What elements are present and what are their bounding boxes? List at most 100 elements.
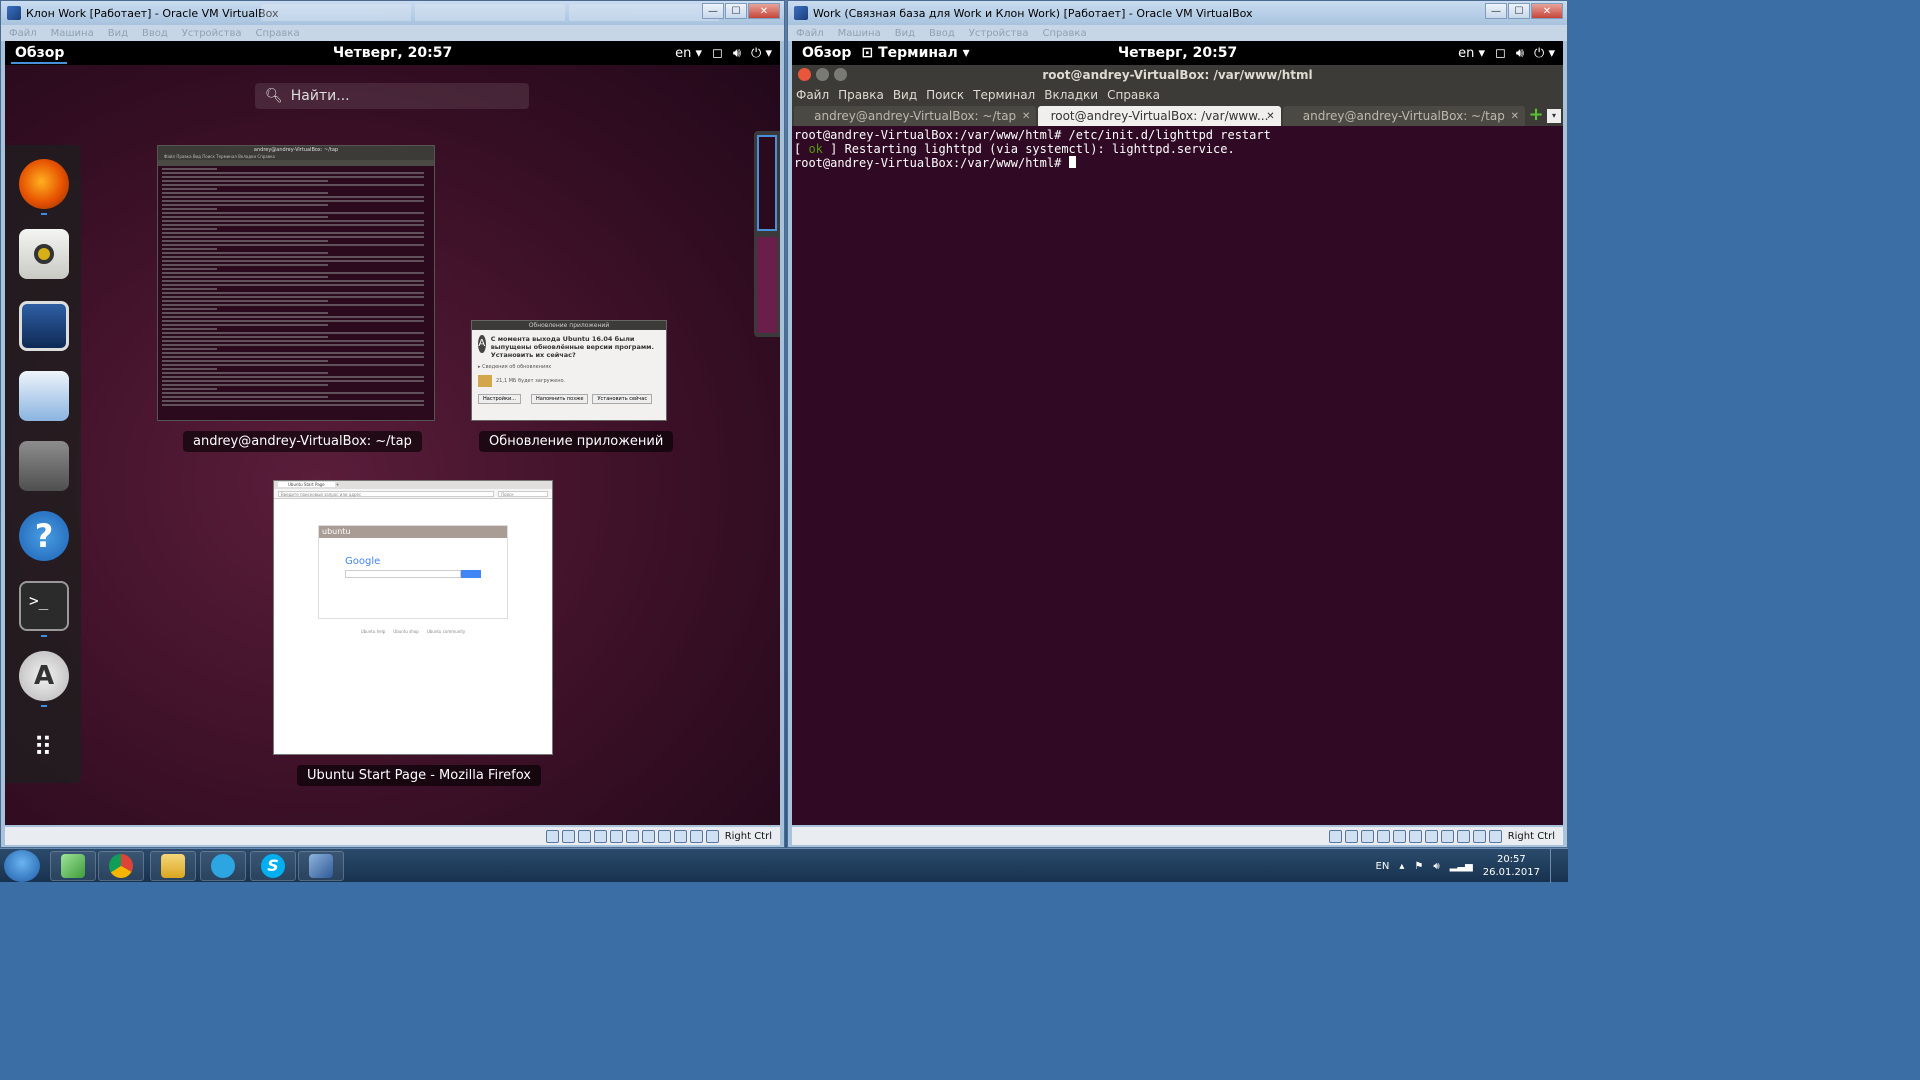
audio-icon[interactable] xyxy=(577,829,591,843)
volume-icon[interactable]: 🔊︎ xyxy=(733,46,741,61)
term-menu-terminal[interactable]: Терминал xyxy=(973,88,1035,102)
network-signal-icon[interactable]: ▂▃▅ xyxy=(1450,861,1473,872)
taskbar-app-chrome[interactable] xyxy=(98,851,144,881)
keyboard-icon[interactable] xyxy=(705,829,719,843)
taskbar-app-notepad[interactable] xyxy=(50,851,96,881)
audio-icon[interactable] xyxy=(1360,829,1374,843)
language-indicator[interactable]: EN xyxy=(1376,861,1390,872)
minimize-button[interactable]: — xyxy=(1485,3,1507,19)
tab-list-icon[interactable]: ▾ xyxy=(1546,109,1561,123)
mouse-icon[interactable] xyxy=(689,829,703,843)
terminal-output[interactable]: root@andrey-VirtualBox:/var/www/html# /e… xyxy=(792,126,1563,172)
terminal-tab[interactable]: andrey@andrey-VirtualBox: ~/tap ✕ xyxy=(794,106,1037,126)
search-input[interactable]: 🔍︎ Найти... xyxy=(255,83,529,109)
optical-icon[interactable] xyxy=(561,829,575,843)
term-menu-search[interactable]: Поиск xyxy=(926,88,964,102)
files-icon[interactable] xyxy=(19,441,69,491)
cpu-icon[interactable] xyxy=(1456,829,1470,843)
tab-close-icon[interactable]: ✕ xyxy=(1022,111,1030,122)
tray-expand-icon[interactable]: ▴ xyxy=(1399,861,1404,872)
libreoffice-impress-icon[interactable] xyxy=(19,371,69,421)
optical-icon[interactable] xyxy=(1344,829,1358,843)
capture-icon[interactable] xyxy=(1440,829,1454,843)
cpu-icon[interactable] xyxy=(673,829,687,843)
terminal-titlebar[interactable]: root@andrey-VirtualBox: /var/www/html xyxy=(792,65,1563,85)
volume-icon[interactable]: 🔊︎ xyxy=(1433,861,1439,872)
minimize-button[interactable]: — xyxy=(702,3,724,19)
term-menu-file[interactable]: Файл xyxy=(796,88,829,102)
taskbar-app-telegram[interactable] xyxy=(200,851,246,881)
workspace-2[interactable] xyxy=(757,237,777,333)
screen-icon[interactable]: ◻ xyxy=(712,46,723,61)
virtualbox-window-clone[interactable]: Клон Work [Работает] - Oracle VM Virtual… xyxy=(0,0,785,848)
maximize-button[interactable]: ☐ xyxy=(1508,3,1530,19)
window-titlebar[interactable]: Клон Work [Работает] - Oracle VM Virtual… xyxy=(1,1,784,25)
shotwell-icon[interactable] xyxy=(19,301,69,351)
taskbar-app-virtualbox[interactable] xyxy=(298,851,344,881)
menu-help[interactable]: Справка xyxy=(256,28,300,39)
usb-icon[interactable] xyxy=(609,829,623,843)
tray-clock[interactable]: 20:57 26.01.2017 xyxy=(1483,853,1540,879)
term-menu-edit[interactable]: Правка xyxy=(838,88,884,102)
terminal-tab[interactable]: andrey@andrey-VirtualBox: ~/tap ✕ xyxy=(1282,106,1525,126)
shared-folder-icon[interactable] xyxy=(1408,829,1422,843)
menu-file[interactable]: Файл xyxy=(796,28,824,39)
close-icon[interactable] xyxy=(798,68,811,81)
mouse-icon[interactable] xyxy=(1472,829,1486,843)
topbar-clock[interactable]: Четверг, 20:57 xyxy=(1118,45,1237,61)
rhythmbox-icon[interactable] xyxy=(19,229,69,279)
settings-button[interactable]: Настройки... xyxy=(478,394,522,404)
menu-devices[interactable]: Устройства xyxy=(182,28,242,39)
capture-icon[interactable] xyxy=(657,829,671,843)
network-icon[interactable] xyxy=(1376,829,1390,843)
action-center-icon[interactable]: ⚑ xyxy=(1414,861,1423,872)
virtualbox-window-work[interactable]: Work (Связная база для Work и Клон Work)… xyxy=(787,0,1568,848)
display-icon[interactable] xyxy=(1424,829,1438,843)
tab-close-icon[interactable]: ✕ xyxy=(1511,111,1519,122)
start-button[interactable] xyxy=(4,850,40,882)
show-desktop-button[interactable] xyxy=(1550,849,1560,883)
menu-view[interactable]: Вид xyxy=(895,28,915,39)
keyboard-icon[interactable] xyxy=(1488,829,1502,843)
menu-help[interactable]: Справка xyxy=(1043,28,1087,39)
term-menu-tabs[interactable]: Вкладки xyxy=(1044,88,1098,102)
menu-machine[interactable]: Машина xyxy=(838,28,881,39)
workspace-1[interactable] xyxy=(757,135,777,231)
menu-input[interactable]: Ввод xyxy=(142,28,168,39)
new-tab-icon[interactable]: + xyxy=(1527,106,1545,126)
window-titlebar[interactable]: Work (Связная база для Work и Клон Work)… xyxy=(788,1,1567,25)
language-indicator[interactable]: en ▾ xyxy=(1458,46,1485,61)
software-updater-icon[interactable]: A xyxy=(19,651,69,701)
screen-icon[interactable]: ◻ xyxy=(1495,46,1506,61)
shared-folder-icon[interactable] xyxy=(625,829,639,843)
install-now-button[interactable]: Установить сейчас xyxy=(592,394,653,404)
language-indicator[interactable]: en ▾ xyxy=(675,46,702,61)
close-button[interactable]: ✕ xyxy=(1531,3,1563,19)
tab-close-icon[interactable]: ✕ xyxy=(1266,111,1274,122)
topbar-clock[interactable]: Четверг, 20:57 xyxy=(333,45,452,61)
window-thumbnail-firefox[interactable]: Ubuntu Start Page + Введите поисковый за… xyxy=(273,480,553,755)
power-icon[interactable]: ⏻ ▾ xyxy=(751,46,772,61)
window-thumbnail-updater[interactable]: Обновление приложений A С момента выхода… xyxy=(471,320,667,421)
taskbar-app-skype[interactable]: S xyxy=(250,851,296,881)
maximize-button[interactable]: ☐ xyxy=(725,3,747,19)
taskbar-app-explorer[interactable] xyxy=(150,851,196,881)
remind-later-button[interactable]: Напомнить позже xyxy=(531,394,589,404)
network-icon[interactable] xyxy=(593,829,607,843)
power-icon[interactable]: ⏻ ▾ xyxy=(1534,46,1555,61)
menu-file[interactable]: Файл xyxy=(9,28,37,39)
window-label[interactable]: andrey@andrey-VirtualBox: ~/tap xyxy=(183,431,422,452)
show-applications-icon[interactable]: ⠿ xyxy=(19,723,69,773)
hdd-icon[interactable] xyxy=(545,829,559,843)
menu-input[interactable]: Ввод xyxy=(929,28,955,39)
terminal-icon[interactable]: >_ xyxy=(19,581,69,631)
help-icon[interactable]: ? xyxy=(19,511,69,561)
volume-icon[interactable]: 🔊︎ xyxy=(1516,46,1524,61)
window-label[interactable]: Ubuntu Start Page - Mozilla Firefox xyxy=(297,765,541,786)
minimize-icon[interactable] xyxy=(816,68,829,81)
hdd-icon[interactable] xyxy=(1328,829,1342,843)
close-button[interactable]: ✕ xyxy=(748,3,780,19)
firefox-icon[interactable] xyxy=(19,159,69,209)
window-thumbnail-terminal[interactable]: andrey@andrey-VirtualBox: ~/tap Файл Пра… xyxy=(157,145,435,421)
menu-devices[interactable]: Устройства xyxy=(969,28,1029,39)
